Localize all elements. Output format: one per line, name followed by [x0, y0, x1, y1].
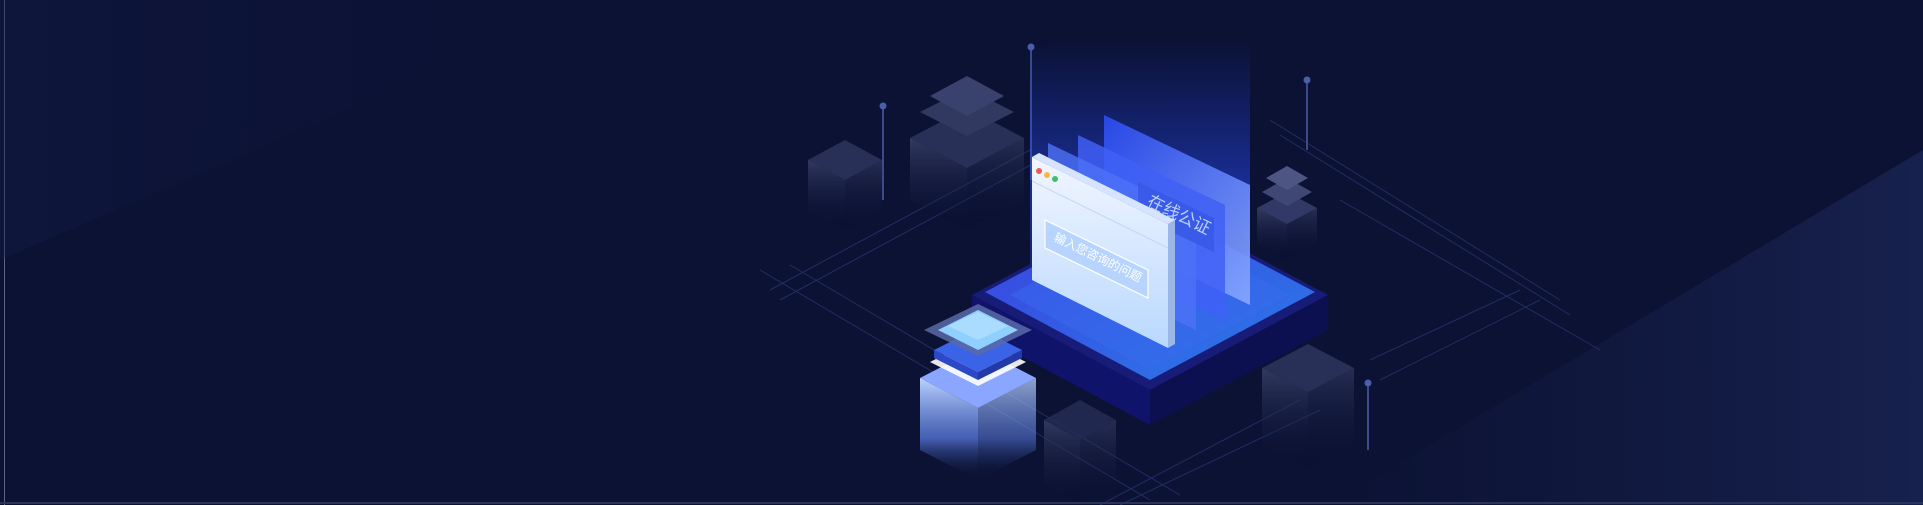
- bottom-right-light-band: [1330, 150, 1923, 505]
- hero-banner: 在线公证 输入您咨询的问题: [0, 0, 1923, 505]
- stacked-cube-icon: [920, 304, 1036, 480]
- top-left-light-band: [0, 0, 600, 260]
- window-dot-yellow: [1044, 172, 1050, 178]
- isometric-illustration: 在线公证 输入您咨询的问题: [0, 0, 1923, 505]
- window-dot-red: [1036, 168, 1042, 174]
- window-dot-green: [1052, 176, 1058, 182]
